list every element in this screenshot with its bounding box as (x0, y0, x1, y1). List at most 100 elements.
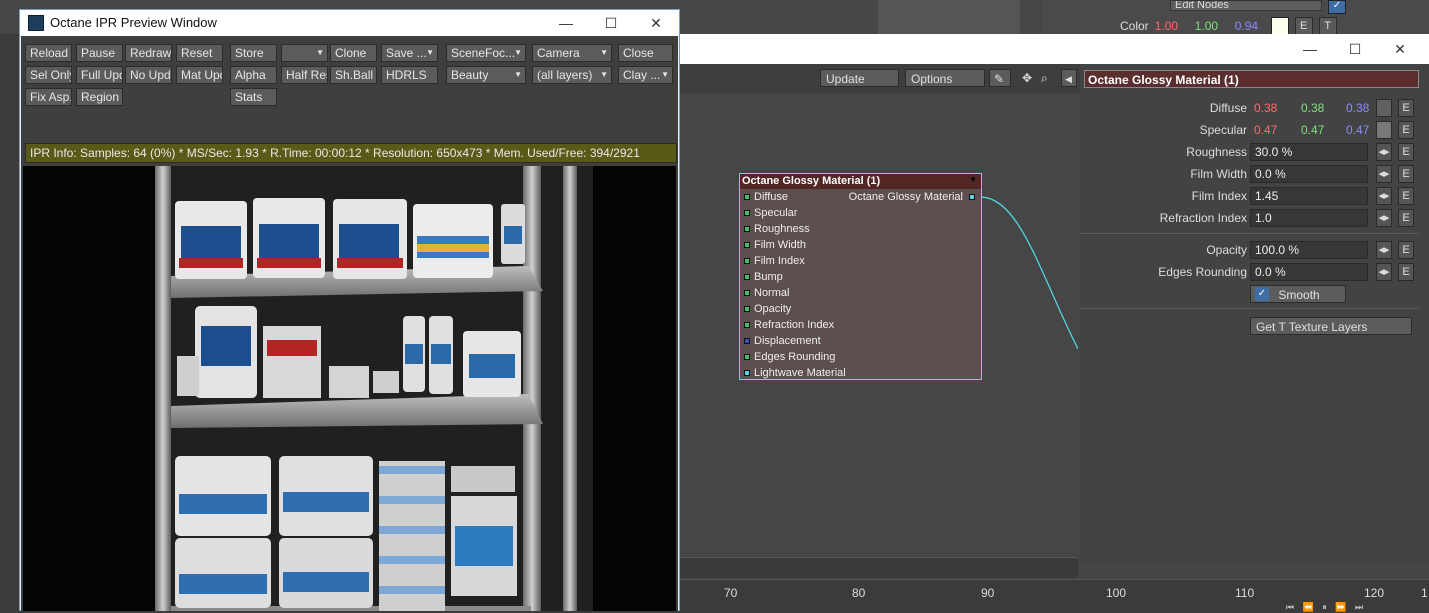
diffuse-b-value[interactable]: 0.38 (1346, 99, 1369, 117)
get-texture-layers-button[interactable]: Get T Texture Layers (1250, 317, 1412, 335)
refraction-index-field[interactable]: 1.0 (1250, 209, 1368, 227)
ipr-minimize-button[interactable]: — (543, 10, 589, 36)
ipr-no-upd-button[interactable]: No Upd. (125, 66, 172, 84)
ipr-close-button[interactable]: ✕ (633, 10, 679, 36)
film-index-envelope-button[interactable]: E (1398, 187, 1414, 205)
ipr-redraw-button[interactable]: Redraw (125, 44, 172, 62)
ipr-reset-button[interactable]: Reset (176, 44, 223, 62)
film-index-stepper-icon[interactable]: ◂▸ (1376, 187, 1392, 205)
input-dot-icon[interactable] (744, 306, 750, 312)
input-dot-icon[interactable] (744, 322, 750, 328)
ipr-sh-ball-button[interactable]: Sh.Ball (330, 66, 377, 84)
input-dot-icon[interactable] (744, 194, 750, 200)
refraction-index-envelope-button[interactable]: E (1398, 209, 1414, 227)
render-preview[interactable] (23, 166, 676, 611)
maximize-button[interactable]: ☐ (1332, 34, 1378, 64)
ipr-hdrls-button[interactable]: HDRLS (381, 66, 438, 84)
ipr-clay-dropdown[interactable]: Clay ... ▼ (618, 66, 673, 84)
collapse-arrow-icon[interactable]: ◀ (1061, 69, 1077, 87)
ipr-clone-button[interactable]: Clone (330, 44, 377, 62)
ipr-maximize-button[interactable]: ☐ (588, 10, 634, 36)
ruler-tick: 1 (1421, 586, 1428, 600)
color-envelope-button[interactable]: E (1294, 17, 1313, 35)
diffuse-swatch[interactable] (1376, 99, 1392, 117)
ipr-blank-dropdown[interactable]: ▼ (281, 44, 328, 62)
film-width-envelope-button[interactable]: E (1398, 165, 1414, 183)
input-dot-icon[interactable] (744, 338, 750, 344)
roughness-field[interactable]: 30.0 % (1250, 143, 1368, 161)
move-icon[interactable]: ✥ (1020, 69, 1038, 87)
input-dot-icon[interactable] (744, 290, 750, 296)
input-dot-icon[interactable] (744, 242, 750, 248)
input-dot-icon[interactable] (744, 354, 750, 360)
color-swatch[interactable] (1270, 17, 1289, 35)
ipr-fix-asp-button[interactable]: Fix Asp. (25, 88, 72, 106)
specular-b-value[interactable]: 0.47 (1346, 121, 1369, 139)
color-b-value[interactable]: 0.94 (1235, 19, 1265, 33)
ipr-region-button[interactable]: Region (76, 88, 123, 106)
chevron-down-icon: ▼ (316, 48, 324, 57)
output-dot-icon[interactable] (969, 194, 975, 200)
material-node-title[interactable]: Octane Glossy Material (1) (740, 174, 981, 189)
ipr-mat-upd-button[interactable]: Mat Upd (176, 66, 223, 84)
pen-icon[interactable]: ✎ (989, 69, 1011, 87)
film-width-field[interactable]: 0.0 % (1250, 165, 1368, 183)
film-width-stepper-icon[interactable]: ◂▸ (1376, 165, 1392, 183)
ipr-full-upd-button[interactable]: Full Upd. (76, 66, 123, 84)
timeline-bar[interactable] (680, 557, 1078, 578)
edges-rounding-stepper-icon[interactable]: ◂▸ (1376, 263, 1392, 281)
ipr-close-button[interactable]: Close (618, 44, 673, 62)
color-texture-button[interactable]: T (1318, 17, 1337, 35)
ipr-half-res-button[interactable]: Half Res (281, 66, 328, 84)
ipr-pause-button[interactable]: Pause (76, 44, 123, 62)
node-collapse-arrow-icon[interactable]: ▼ (969, 175, 977, 184)
diffuse-g-value[interactable]: 0.38 (1301, 99, 1324, 117)
frame-ruler[interactable]: 70 80 90 100 110 120 1 ⏮ ⏪ ⏸ ⏩ ⏭ (680, 579, 1429, 612)
specular-swatch[interactable] (1376, 121, 1392, 139)
opacity-stepper-icon[interactable]: ◂▸ (1376, 241, 1392, 259)
edit-nodes-check-icon[interactable]: ✓ (1328, 0, 1346, 14)
color-g-value[interactable]: 1.00 (1195, 19, 1229, 33)
input-dot-icon[interactable] (744, 370, 750, 376)
opacity-envelope-button[interactable]: E (1398, 241, 1414, 259)
ipr-all-layers-dropdown[interactable]: (all layers) ▼ (532, 66, 612, 84)
ipr-reload-button[interactable]: Reload (25, 44, 72, 62)
ipr-save-dropdown[interactable]: Save ... ▼ (381, 44, 438, 62)
specular-g-value[interactable]: 0.47 (1301, 121, 1324, 139)
edges-rounding-envelope-button[interactable]: E (1398, 263, 1414, 281)
roughness-envelope-button[interactable]: E (1398, 143, 1414, 161)
ipr-store-button[interactable]: Store (230, 44, 277, 62)
playback-controls[interactable]: ⏮ ⏪ ⏸ ⏩ ⏭ (1286, 602, 1366, 613)
options-button[interactable]: Options (905, 69, 985, 87)
diffuse-r-value[interactable]: 0.38 (1254, 99, 1277, 117)
input-dot-icon[interactable] (744, 274, 750, 280)
edit-nodes-button[interactable]: Edit Nodes (1170, 0, 1322, 11)
ipr-beauty-dropdown[interactable]: Beauty ▼ (446, 66, 526, 84)
ipr-button-label: Clay ... (623, 68, 661, 82)
ipr-scenefoc-dropdown[interactable]: SceneFoc... ▼ (446, 44, 526, 62)
edges-rounding-field[interactable]: 0.0 % (1250, 263, 1368, 281)
input-dot-icon[interactable] (744, 258, 750, 264)
ipr-sel-only-button[interactable]: Sel Only (25, 66, 72, 84)
specular-r-value[interactable]: 0.47 (1254, 121, 1277, 139)
input-dot-icon[interactable] (744, 210, 750, 216)
ipr-camera-dropdown[interactable]: Camera ▼ (532, 44, 612, 62)
close-button[interactable]: ✕ (1377, 34, 1423, 64)
zoom-icon[interactable]: ⌕ (1039, 69, 1057, 87)
input-dot-icon[interactable] (744, 226, 750, 232)
smooth-checkbox[interactable]: ✓ Smooth (1250, 285, 1346, 303)
minimize-button[interactable]: — (1287, 34, 1333, 64)
color-r-value[interactable]: 1.00 (1155, 19, 1189, 33)
opacity-field[interactable]: 100.0 % (1250, 241, 1368, 259)
update-button[interactable]: Update (820, 69, 899, 87)
refraction-index-stepper-icon[interactable]: ◂▸ (1376, 209, 1392, 227)
material-node[interactable]: Octane Glossy Material (1) ▼ Octane Glos… (739, 173, 982, 380)
film-index-field[interactable]: 1.45 (1250, 187, 1368, 205)
node-input-label: Opacity (754, 303, 792, 315)
roughness-stepper-icon[interactable]: ◂▸ (1376, 143, 1392, 161)
diffuse-envelope-button[interactable]: E (1398, 99, 1414, 117)
node-output-port[interactable]: Octane Glossy Material (849, 189, 975, 205)
specular-envelope-button[interactable]: E (1398, 121, 1414, 139)
ipr-alpha-button[interactable]: Alpha (230, 66, 277, 84)
ipr-stats-button[interactable]: Stats (230, 88, 277, 106)
